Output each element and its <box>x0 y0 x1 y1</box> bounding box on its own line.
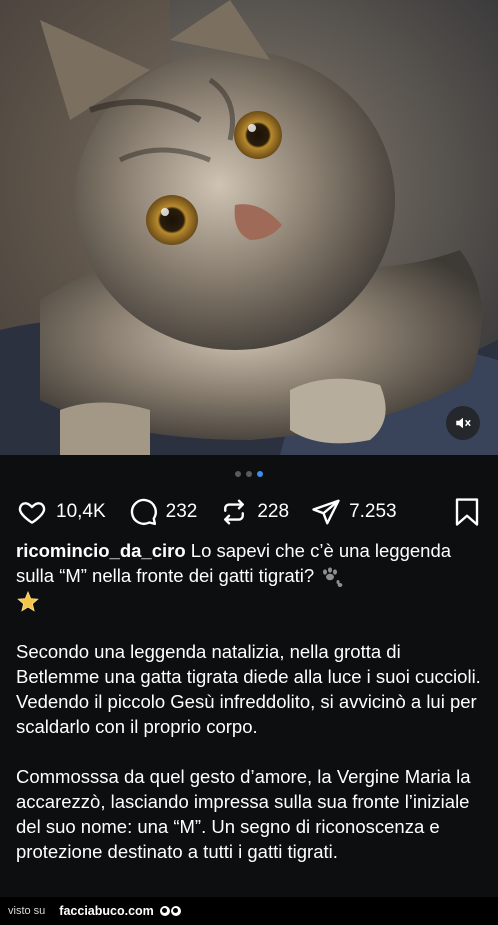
heart-icon <box>18 502 46 524</box>
glowing-star-icon <box>17 591 39 612</box>
bookmark-icon <box>455 498 479 526</box>
caption-intro: ricomincio_da_ciro Lo sapevi che c’è una… <box>16 538 486 614</box>
repost-icon <box>224 499 245 525</box>
carousel-dot <box>246 471 252 477</box>
likes-count: 10,4K <box>56 501 106 522</box>
shares-count: 7.253 <box>349 501 397 522</box>
footer-brand: facciabuco.com <box>59 904 154 918</box>
speaker-muted-icon <box>456 417 471 429</box>
caption-paragraph-2: Commosssa da quel gesto d’amore, la Verg… <box>16 766 471 863</box>
caption-paragraph-1: Secondo una leggenda natalizia, nella gr… <box>16 641 481 738</box>
carousel-indicator <box>0 471 498 477</box>
caption-username[interactable]: ricomincio_da_ciro <box>16 540 186 561</box>
save-button[interactable] <box>454 497 480 527</box>
comments-count: 232 <box>165 501 198 522</box>
watermark-footer: visto su facciabuco.com <box>0 897 498 925</box>
comment-icon <box>130 498 157 526</box>
comment-button[interactable]: 232 <box>128 497 198 527</box>
post-caption: ricomincio_da_ciro Lo sapevi che c’è una… <box>16 538 486 864</box>
post-actions: 10,4K 232 228 7.253 <box>16 494 480 530</box>
footer-visto-su: visto su <box>8 905 46 917</box>
send-icon <box>312 499 340 525</box>
kitten-photo <box>0 0 498 455</box>
reposts-count: 228 <box>257 501 290 522</box>
carousel-dot <box>235 471 241 477</box>
mute-button[interactable] <box>446 406 480 440</box>
share-button[interactable]: 7.253 <box>311 497 397 527</box>
eyes-logo-icon <box>159 906 181 916</box>
paw-prints-icon <box>323 567 343 588</box>
carousel-dot-active <box>257 471 263 477</box>
repost-button[interactable]: 228 <box>219 497 289 527</box>
like-button[interactable]: 10,4K <box>16 497 106 527</box>
post-image[interactable] <box>0 0 498 455</box>
